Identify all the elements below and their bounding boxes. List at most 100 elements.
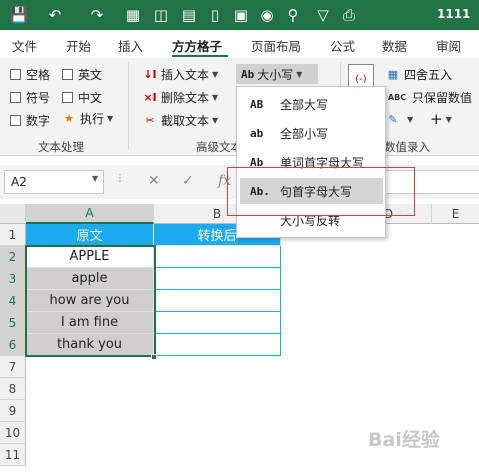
case-icon: AB bbox=[250, 97, 264, 111]
chevron-down-icon: ▼ bbox=[407, 114, 414, 124]
printer-icon[interactable]: ⎙ bbox=[338, 4, 360, 26]
tab-fangfang[interactable]: 方方格子 bbox=[172, 36, 222, 55]
extract-text-button[interactable]: ✂ 截取文本 ▼ bbox=[143, 112, 218, 129]
case-icon: Ab bbox=[241, 67, 255, 81]
tab-data[interactable]: 数据 bbox=[382, 36, 407, 55]
cell-b3[interactable] bbox=[154, 268, 281, 290]
divider bbox=[128, 62, 129, 150]
row-header[interactable]: 7 bbox=[0, 356, 26, 378]
filter-icon[interactable]: ▽ bbox=[312, 4, 334, 26]
execute-button[interactable]: ★ 执行 ▼ bbox=[62, 110, 113, 127]
checkbox-symbol[interactable]: 符号 bbox=[10, 89, 50, 106]
edit-button[interactable]: ✎ ▼ bbox=[386, 112, 413, 126]
bar-chart-icon[interactable]: ▯ bbox=[204, 4, 226, 26]
checkbox-label: 符号 bbox=[26, 91, 51, 105]
row-header[interactable]: 2 bbox=[0, 246, 26, 268]
execute-label: 执行 bbox=[80, 112, 105, 126]
fill-handle[interactable] bbox=[151, 354, 157, 360]
case-label: 大小写 bbox=[257, 67, 294, 82]
add-button[interactable]: + ▼ bbox=[430, 110, 452, 128]
cell-b6[interactable] bbox=[154, 334, 281, 356]
save-icon[interactable]: 💾 bbox=[8, 4, 30, 26]
checkbox-label: 数字 bbox=[26, 114, 51, 128]
checkbox-box[interactable] bbox=[10, 69, 21, 80]
round-label: 四舍五入 bbox=[404, 68, 453, 82]
cancel-icon[interactable]: ✕ bbox=[148, 173, 160, 189]
checkbox-box[interactable] bbox=[10, 92, 21, 103]
confirm-icon[interactable]: ✓ bbox=[182, 173, 194, 189]
row-header[interactable]: 11 bbox=[0, 444, 26, 466]
checkbox-english[interactable]: 英文 bbox=[62, 66, 102, 83]
checkbox-label: 中文 bbox=[78, 91, 103, 105]
menu-item-label: 全部大写 bbox=[280, 97, 329, 112]
chevron-down-icon: ▼ bbox=[212, 70, 219, 79]
checkbox-chinese[interactable]: 中文 bbox=[62, 89, 102, 106]
chevron-down-icon[interactable]: ▼ bbox=[92, 174, 98, 183]
tab-formulas[interactable]: 公式 bbox=[330, 36, 355, 55]
round-icon: ▦ bbox=[387, 68, 399, 81]
insert-text-icon: ↓I bbox=[143, 68, 157, 81]
chevron-down-icon: ▼ bbox=[212, 93, 219, 102]
group-label-text-processing: 文本处理 bbox=[38, 140, 84, 154]
tab-file[interactable]: 文件 bbox=[12, 36, 37, 55]
row-header[interactable]: 4 bbox=[0, 290, 26, 312]
excel-grid-icon[interactable]: ▦ bbox=[122, 4, 144, 26]
row-header[interactable]: 5 bbox=[0, 312, 26, 334]
abc-icon: ABC bbox=[387, 93, 407, 102]
tab-insert[interactable]: 插入 bbox=[118, 36, 143, 55]
tab-page-layout[interactable]: 页面布局 bbox=[251, 36, 301, 55]
table-icon[interactable]: ◫ bbox=[150, 4, 172, 26]
more-icon: ⋮ bbox=[115, 173, 125, 184]
watermark: Bai经验 bbox=[368, 429, 440, 451]
cell-b2[interactable] bbox=[154, 246, 281, 268]
name-box[interactable]: A2 bbox=[4, 170, 104, 194]
column-header-e[interactable]: E bbox=[432, 204, 479, 224]
chart-icon[interactable]: ▤ bbox=[178, 4, 200, 26]
search-icon[interactable]: ⚲ bbox=[282, 4, 304, 26]
cell-b4[interactable] bbox=[154, 290, 281, 312]
round-button[interactable]: ▦ 四舍五入 bbox=[386, 66, 452, 83]
extract-text-icon: ✂ bbox=[145, 114, 155, 127]
row-header[interactable]: 8 bbox=[0, 378, 26, 400]
edit-icon: ✎ bbox=[388, 112, 398, 126]
image-icon[interactable]: ▣ bbox=[230, 4, 252, 26]
row-header[interactable]: 9 bbox=[0, 400, 26, 422]
tab-home[interactable]: 开始 bbox=[66, 36, 91, 55]
keep-value-button[interactable]: ABC 只保留数值 bbox=[386, 89, 472, 106]
undo-icon[interactable]: ↶ bbox=[44, 4, 66, 26]
case-dropdown-button[interactable]: Ab 大小写 ▼ bbox=[236, 64, 318, 84]
chevron-down-icon: ▼ bbox=[107, 114, 114, 123]
row-header[interactable]: 10 bbox=[0, 422, 26, 444]
insert-text-button[interactable]: ↓I 插入文本 ▼ bbox=[143, 66, 218, 83]
row-header[interactable]: 3 bbox=[0, 268, 26, 290]
tab-review[interactable]: 审阅 bbox=[436, 36, 461, 55]
delete-text-button[interactable]: ×I 删除文本 ▼ bbox=[143, 89, 218, 106]
checkbox-space[interactable]: 空格 bbox=[10, 66, 50, 83]
redo-icon[interactable]: ↷ bbox=[86, 4, 108, 26]
menu-item-all-lower[interactable]: ab 全部小写 bbox=[240, 120, 383, 146]
checkbox-label: 英文 bbox=[78, 68, 103, 82]
select-all-corner[interactable] bbox=[0, 204, 26, 224]
cell-b5[interactable] bbox=[154, 312, 281, 334]
chevron-down-icon: ▼ bbox=[296, 69, 303, 79]
row-header[interactable]: 6 bbox=[0, 334, 26, 356]
highlight-annotation-box bbox=[227, 167, 415, 216]
checkbox-label: 空格 bbox=[26, 68, 51, 82]
menu-item-all-upper[interactable]: AB 全部大写 bbox=[240, 91, 383, 117]
checkbox-box[interactable] bbox=[62, 69, 73, 80]
delete-text-icon: ×I bbox=[143, 91, 157, 104]
checkbox-box[interactable] bbox=[10, 115, 21, 126]
row-header[interactable]: 1 bbox=[0, 224, 26, 246]
cell-a1[interactable]: 原文 bbox=[26, 224, 154, 246]
column-header-a[interactable]: A bbox=[26, 204, 154, 224]
selection-outline bbox=[25, 245, 156, 357]
keep-value-label: 只保留数值 bbox=[412, 91, 473, 105]
checkbox-box[interactable] bbox=[62, 92, 73, 103]
ribbon-tabs: 文件 开始 插入 方方格子 页面布局 公式 数据 审阅 bbox=[0, 30, 479, 58]
camera-icon[interactable]: ◉ bbox=[256, 4, 278, 26]
window-title: 1111 bbox=[437, 7, 471, 21]
active-tab-indicator bbox=[172, 55, 228, 57]
checkbox-number[interactable]: 数字 bbox=[10, 112, 50, 129]
star-icon: ★ bbox=[64, 112, 74, 125]
chevron-down-icon: ▼ bbox=[212, 116, 219, 125]
